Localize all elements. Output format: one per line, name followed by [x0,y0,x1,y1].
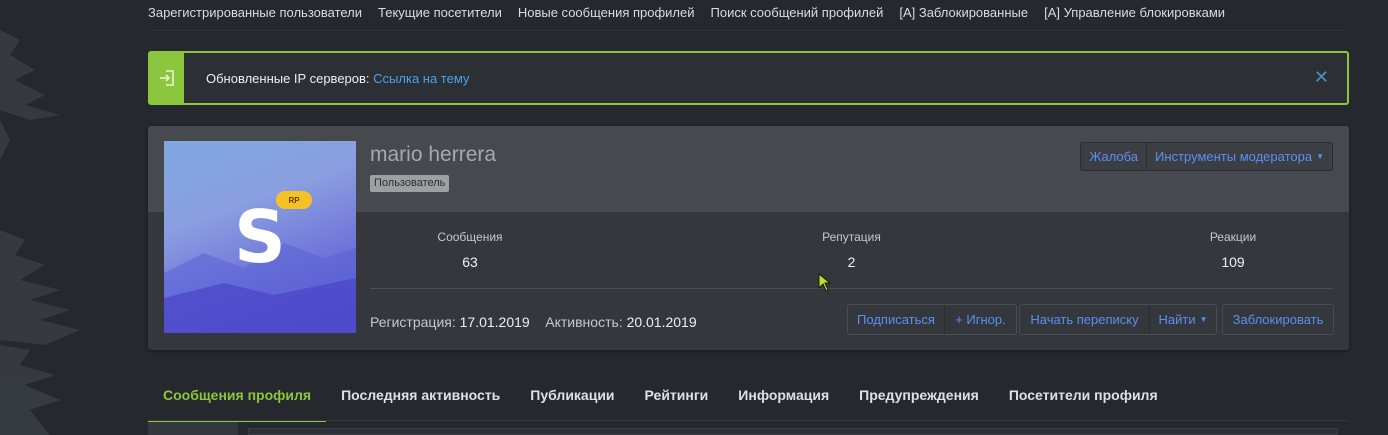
profile-stats: Сообщения 63 Репутация 2 Реакции 109 [370,230,1333,270]
stat-reactions[interactable]: Реакции 109 [1133,230,1333,270]
ban-group: Заблокировать [1222,304,1334,335]
top-navigation: Зарегистрированные пользователи Текущие … [148,0,1225,24]
stat-value: 109 [1221,254,1245,270]
nav-new-profile-posts[interactable]: Новые сообщения профилей [518,5,695,20]
tab-ratings[interactable]: Рейтинги [630,372,724,422]
nav-registered-users[interactable]: Зарегистрированные пользователи [148,5,362,20]
ignore-button[interactable]: + Игнор. [944,305,1016,334]
find-label: Найти [1158,312,1196,327]
notice-text: Обновленные IP серверов: Ссылка на тему [206,71,469,86]
avatar-letter: S [234,195,286,279]
username: mario herrera [370,143,497,166]
active-label: Активность: [545,314,623,330]
tab-profile-visitors[interactable]: Посетители профиля [994,372,1173,422]
notice-message: Обновленные IP серверов: [206,70,370,86]
tab-postings[interactable]: Публикации [515,372,629,422]
profile-tabs: Сообщения профиля Последняя активность П… [148,372,1173,422]
moderation-button-group: Жалоба Инструменты модератора ▼ [1080,142,1333,171]
avatar-badge: RP [276,191,312,209]
close-icon[interactable]: ✕ [1314,67,1329,87]
active-value: 20.01.2019 [626,314,697,330]
follow-button[interactable]: Подписаться [848,305,944,334]
user-role-badge: Пользователь [370,175,450,192]
ban-button[interactable]: Заблокировать [1223,305,1333,334]
tab-information[interactable]: Информация [723,372,844,422]
stat-label: Репутация [822,230,881,244]
avatar[interactable]: S RP [164,141,356,333]
tabs-divider [148,420,1349,421]
nav-manage-bans[interactable]: [A] Управление блокировками [1044,5,1225,20]
find-button[interactable]: Найти ▼ [1149,305,1216,334]
stat-value: 63 [462,254,478,270]
stat-value: 2 [847,254,856,270]
sign-in-icon [160,70,174,86]
start-conversation-button[interactable]: Начать переписку [1020,305,1149,334]
nav-banned[interactable]: [A] Заблокированные [899,5,1028,20]
notice-banner: Обновленные IP серверов: Ссылка на тему … [148,51,1349,105]
notice-icon-box [150,53,184,103]
nav-divider [148,30,1348,31]
moderator-tools-button[interactable]: Инструменты модератора ▼ [1146,143,1332,170]
moderator-tools-label: Инструменты модератора [1155,149,1313,164]
registered-label: Регистрация: [370,314,456,330]
tab-latest-activity[interactable]: Последняя активность [326,372,515,422]
profile-card: S RP mario herrera Пользователь Жалоба И… [148,126,1349,350]
nav-current-visitors[interactable]: Текущие посетители [378,5,502,20]
tab-warnings[interactable]: Предупреждения [844,372,994,422]
registered-value: 17.01.2019 [459,314,530,330]
background-palm-decoration [0,30,80,435]
nav-search-profile-posts[interactable]: Поиск сообщений профилей [711,5,884,20]
post-input-box[interactable] [248,428,1338,435]
mouse-cursor-icon [818,273,832,292]
profile-dates: Регистрация: 17.01.2019 Активность: 20.0… [370,314,697,330]
conversation-find-group: Начать переписку Найти ▼ [1019,304,1217,335]
chevron-down-icon: ▼ [1199,315,1208,324]
stat-reputation[interactable]: Репутация 2 [752,230,952,270]
follow-ignore-group: Подписаться + Игнор. [847,304,1017,335]
notice-link[interactable]: Ссылка на тему [373,71,469,86]
post-avatar-placeholder [148,422,238,435]
stat-messages[interactable]: Сообщения 63 [370,230,570,270]
stats-divider [370,288,1333,289]
chevron-down-icon: ▼ [1316,152,1324,161]
stat-label: Реакции [1209,230,1257,244]
report-button[interactable]: Жалоба [1081,143,1146,170]
tab-profile-posts[interactable]: Сообщения профиля [148,372,327,422]
stat-label: Сообщения [437,230,503,244]
